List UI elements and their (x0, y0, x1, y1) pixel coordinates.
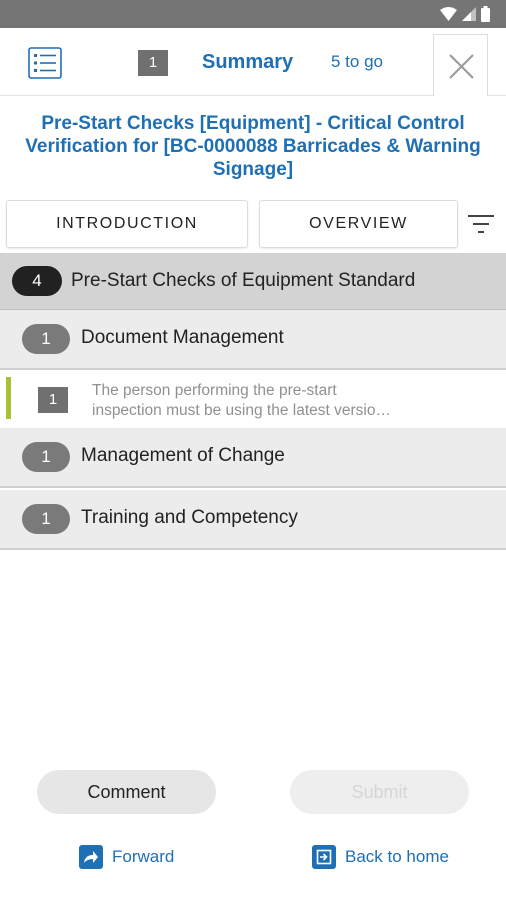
item-text-line1: The person performing the pre-start (92, 382, 337, 399)
section-row[interactable]: 4 Pre-Start Checks of Equipment Standard (0, 253, 506, 310)
item-text: The person performing the pre-start insp… (92, 381, 492, 421)
summary-tab[interactable]: Summary (202, 51, 293, 74)
tab-overview[interactable]: OVERVIEW (259, 200, 458, 248)
subsection-count-badge: 1 (22, 504, 70, 534)
section-count-badge: 4 (12, 266, 62, 296)
subsection-training-and-competency[interactable]: 1 Training and Competency (0, 490, 506, 550)
remaining-count-badge: 1 (138, 50, 168, 76)
section-label: Pre-Start Checks of Equipment Standard (71, 270, 416, 291)
forward-icon (79, 845, 103, 869)
forward-label: Forward (112, 847, 175, 866)
page-title: Pre-Start Checks [Equipment] - Critical … (25, 113, 481, 180)
wifi-icon (440, 7, 457, 21)
exit-icon (312, 845, 336, 869)
close-icon (449, 54, 474, 79)
signal-icon (462, 7, 476, 21)
list-icon (28, 47, 62, 79)
forward-link[interactable]: Forward (79, 844, 174, 870)
status-bar (0, 0, 506, 28)
back-to-home-link[interactable]: Back to home (312, 844, 449, 870)
checklist-item[interactable]: 1 The person performing the pre-start in… (0, 371, 506, 429)
subsection-count-badge: 1 (22, 442, 70, 472)
subsection-label: Training and Competency (81, 507, 298, 528)
status-icons (440, 6, 490, 22)
subsection-document-management[interactable]: 1 Document Management (0, 310, 506, 370)
subsection-label: Document Management (81, 327, 284, 348)
to-go-count: 5 to go (331, 52, 383, 71)
filter-button[interactable] (466, 212, 496, 236)
close-button[interactable] (433, 34, 488, 96)
subsection-count-badge: 1 (22, 324, 70, 354)
tab-introduction[interactable]: INTRODUCTION (6, 200, 248, 248)
subsection-management-of-change[interactable]: 1 Management of Change (0, 428, 506, 488)
comment-button[interactable]: Comment (37, 770, 216, 814)
top-bar: 1 Summary 5 to go (0, 28, 506, 96)
filter-icon (468, 215, 494, 233)
back-to-home-label: Back to home (345, 847, 449, 866)
submit-button[interactable]: Submit (290, 770, 469, 814)
item-status-marker (6, 377, 11, 419)
checklist-menu-button[interactable] (28, 47, 62, 79)
subsection-label: Management of Change (81, 445, 285, 466)
battery-icon (481, 6, 490, 22)
item-number-badge: 1 (38, 387, 68, 413)
item-text-line2: inspection must be using the latest vers… (92, 402, 391, 419)
